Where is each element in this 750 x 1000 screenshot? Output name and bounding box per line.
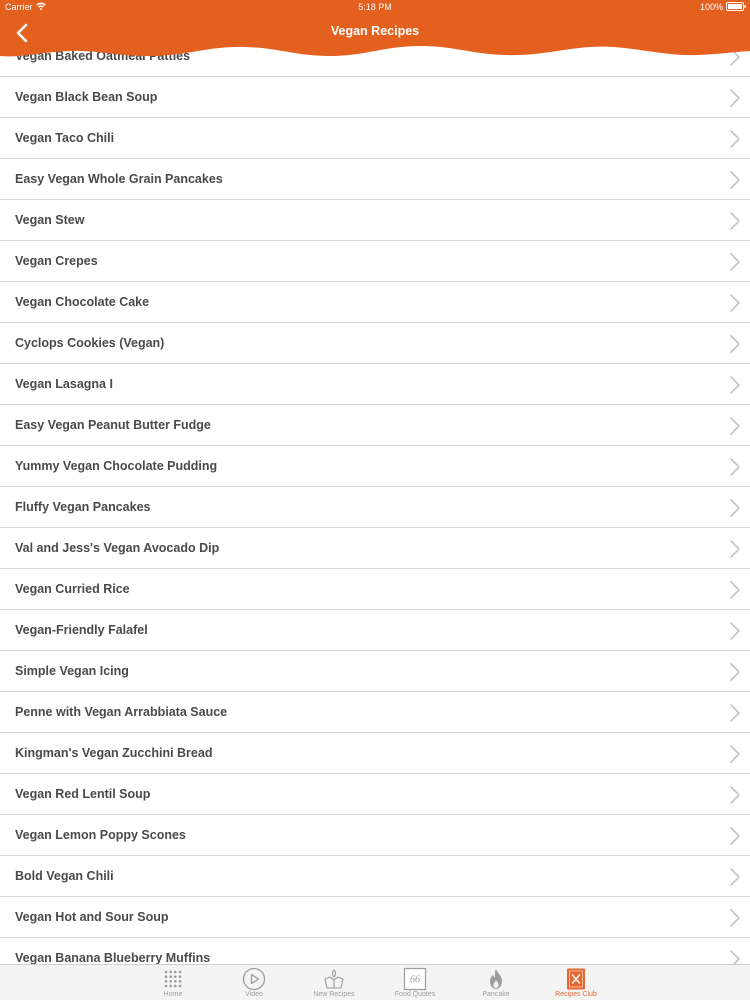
chevron-right-icon: [730, 376, 740, 394]
chevron-right-icon: [730, 909, 740, 927]
recipe-row[interactable]: Easy Vegan Whole Grain Pancakes: [0, 159, 750, 200]
tab-bar: Home Video New Recipes 66 Food Quotes Pa…: [0, 964, 750, 1000]
tab-recipes-club[interactable]: Recipes Club: [536, 965, 616, 1000]
chevron-right-icon: [730, 786, 740, 804]
recipe-row[interactable]: Penne with Vegan Arrabbiata Sauce: [0, 692, 750, 733]
recipe-row-label: Vegan Red Lentil Soup: [15, 787, 151, 801]
recipe-row[interactable]: Cyclops Cookies (Vegan): [0, 323, 750, 364]
recipe-list[interactable]: Vegan Baked Oatmeal Patties Vegan Black B…: [0, 0, 750, 1000]
recipe-row[interactable]: Vegan Crepes: [0, 241, 750, 282]
status-battery-level: 100%: [699, 2, 723, 12]
chevron-right-icon: [730, 540, 740, 558]
tab-pancake[interactable]: Pancake: [456, 965, 536, 1000]
recipe-row[interactable]: Bold Vegan Chili: [0, 856, 750, 897]
recipe-row-label: Vegan Stew: [15, 213, 85, 227]
tab-video[interactable]: Video: [214, 965, 294, 1000]
chevron-right-icon: [730, 89, 740, 107]
recipe-row[interactable]: Vegan Black Bean Soup: [0, 77, 750, 118]
flame-icon: [490, 969, 502, 989]
recipe-row-label: Easy Vegan Peanut Butter Fudge: [15, 418, 211, 432]
recipe-row-label: Simple Vegan Icing: [15, 664, 129, 678]
tab-new-recipes[interactable]: New Recipes: [294, 965, 374, 1000]
tab-label-new-recipes: New Recipes: [313, 991, 355, 998]
status-bar: Carrier 5:18 PM 100%: [0, 0, 750, 14]
recipe-row[interactable]: Easy Vegan Peanut Butter Fudge: [0, 405, 750, 446]
tab-label-home: Home: [163, 991, 183, 998]
recipe-row[interactable]: Vegan Lemon Poppy Scones: [0, 815, 750, 856]
status-time: 5:18 PM: [358, 2, 392, 12]
recipe-row-label: Easy Vegan Whole Grain Pancakes: [15, 172, 223, 186]
recipe-row-label: Vegan Chocolate Cake: [15, 295, 150, 309]
recipe-row-label: Vegan Taco Chili: [15, 131, 115, 145]
chevron-right-icon: [730, 581, 740, 599]
tab-food-quotes[interactable]: 66 Food Quotes: [375, 965, 455, 1000]
tab-label-recipes-club: Recipes Club: [555, 991, 597, 998]
recipe-row[interactable]: Vegan Curried Rice: [0, 569, 750, 610]
recipe-row-label: Val and Jess's Vegan Avocado Dip: [15, 541, 220, 555]
recipe-row[interactable]: Vegan Stew: [0, 200, 750, 241]
chevron-right-icon: [730, 827, 740, 845]
recipe-row[interactable]: Val and Jess's Vegan Avocado Dip: [0, 528, 750, 569]
chevron-right-icon: [730, 745, 740, 763]
recipe-hands-icon: [324, 969, 344, 989]
recipe-row[interactable]: Vegan Chocolate Cake: [0, 282, 750, 323]
chevron-right-icon: [730, 622, 740, 640]
chevron-right-icon: [730, 663, 740, 681]
tab-label-video: Video: [245, 991, 263, 998]
nav-header: Carrier 5:18 PM 100% Vegan Recipes: [0, 0, 750, 64]
chevron-right-icon: [730, 499, 740, 517]
recipe-row[interactable]: Vegan Hot and Sour Soup: [0, 897, 750, 938]
chevron-right-icon: [730, 417, 740, 435]
recipe-row-label: Vegan Lemon Poppy Scones: [15, 828, 186, 842]
chevron-right-icon: [730, 294, 740, 312]
chevron-right-icon: [730, 335, 740, 353]
recipe-row[interactable]: Vegan Lasagna I: [0, 364, 750, 405]
play-circle-icon: [242, 967, 266, 991]
recipe-row[interactable]: Simple Vegan Icing: [0, 651, 750, 692]
chevron-right-icon: [730, 253, 740, 271]
recipe-row-label: Vegan Hot and Sour Soup: [15, 910, 169, 924]
chevron-right-icon: [730, 130, 740, 148]
tab-label-pancake: Pancake: [482, 991, 510, 998]
recipe-row-label: Yummy Vegan Chocolate Pudding: [15, 459, 218, 473]
tab-home[interactable]: Home: [133, 965, 213, 1000]
recipe-row[interactable]: Vegan-Friendly Falafel: [0, 610, 750, 651]
recipe-row-label: Kingman's Vegan Zucchini Bread: [15, 746, 213, 760]
recipe-row-label: Penne with Vegan Arrabbiata Sauce: [15, 705, 228, 719]
recipe-list-inner: Vegan Baked Oatmeal Patties Vegan Black B…: [0, 36, 750, 979]
quote-icon: 66: [403, 967, 427, 991]
recipe-row[interactable]: Fluffy Vegan Pancakes: [0, 487, 750, 528]
battery-icon: [726, 2, 746, 11]
recipe-row-label: Bold Vegan Chili: [15, 869, 114, 883]
recipe-row-label: Fluffy Vegan Pancakes: [15, 500, 151, 514]
recipe-row-label: Vegan Black Bean Soup: [15, 90, 158, 104]
chevron-right-icon: [730, 458, 740, 476]
recipe-row[interactable]: Vegan Taco Chili: [0, 118, 750, 159]
chevron-right-icon: [730, 171, 740, 189]
tab-label-food-quotes: Food Quotes: [394, 991, 436, 998]
grid-dots-icon: [164, 970, 182, 988]
page-title: Vegan Recipes: [330, 24, 420, 38]
recipe-book-icon: [567, 968, 585, 990]
chevron-right-icon: [730, 704, 740, 722]
recipe-row[interactable]: Yummy Vegan Chocolate Pudding: [0, 446, 750, 487]
recipe-row-label: Vegan-Friendly Falafel: [15, 623, 148, 637]
recipe-row-label: Vegan Crepes: [15, 254, 98, 268]
recipe-row[interactable]: Vegan Red Lentil Soup: [0, 774, 750, 815]
chevron-right-icon: [730, 868, 740, 886]
chevron-right-icon: [730, 212, 740, 230]
recipe-row-label: Vegan Curried Rice: [15, 582, 130, 596]
recipe-row-label: Vegan Lasagna I: [15, 377, 113, 391]
recipe-row-label: Cyclops Cookies (Vegan): [15, 336, 165, 350]
quote-icon-text: 66: [410, 975, 420, 986]
recipe-row[interactable]: Kingman's Vegan Zucchini Bread: [0, 733, 750, 774]
